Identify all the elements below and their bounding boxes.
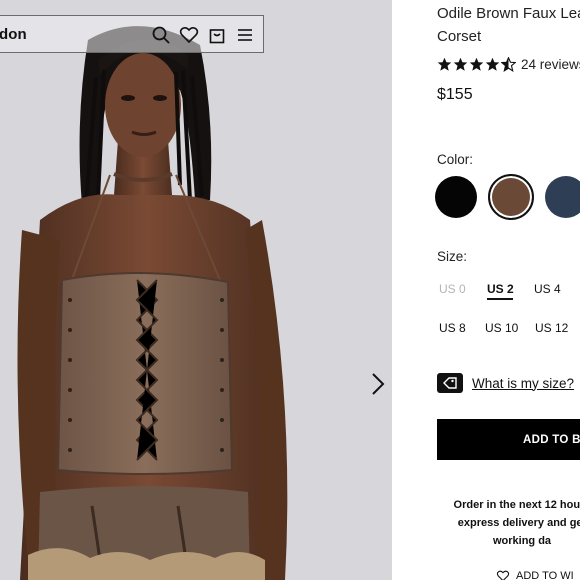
- size-guide-link[interactable]: What is my size?: [472, 376, 574, 391]
- delivery-message: Order in the next 12 hours express deliv…: [432, 496, 580, 550]
- color-swatch-denim[interactable]: [545, 176, 580, 218]
- size-option[interactable]: US 4: [534, 282, 561, 296]
- size-option[interactable]: US 10: [485, 321, 518, 335]
- tag-icon: [437, 373, 463, 393]
- selected-size-underline: [487, 298, 513, 300]
- color-label: Color:: [437, 152, 474, 167]
- star-half-icon: [501, 57, 516, 72]
- color-swatch-black[interactable]: [435, 176, 477, 218]
- star-icon: [469, 57, 484, 71]
- star-icon: [453, 57, 468, 71]
- brand-logo[interactable]: don: [0, 26, 27, 43]
- product-photo: [17, 26, 288, 580]
- size-label: Size:: [437, 249, 468, 264]
- product-title-line-2: Corset: [437, 28, 482, 45]
- product-title: Odile Brown Faux Lea Corset: [437, 2, 580, 48]
- product-rating[interactable]: 24 reviews: [437, 57, 580, 72]
- star-icon: [485, 57, 500, 71]
- reviews-count[interactable]: 24 reviews: [521, 57, 580, 72]
- size-option[interactable]: US 0: [439, 282, 466, 296]
- add-to-bag-button[interactable]: ADD TO BA: [437, 419, 580, 460]
- color-swatch-brown[interactable]: [488, 174, 534, 220]
- site-header: don: [0, 15, 264, 53]
- product-gallery: don: [0, 0, 392, 580]
- product-info-panel: Odile Brown Faux Lea Corset 24 reviews $…: [392, 0, 580, 580]
- wishlist-label: ADD TO WI: [516, 570, 574, 580]
- delivery-line-1: Order in the next 12 hours: [453, 499, 580, 511]
- star-icon: [437, 57, 452, 71]
- menu-icon[interactable]: [235, 25, 255, 45]
- rating-stars: [437, 57, 516, 72]
- heart-icon: [496, 570, 510, 580]
- add-to-wishlist[interactable]: ADD TO WI: [496, 570, 574, 580]
- size-option[interactable]: US 12: [535, 321, 568, 335]
- heart-icon[interactable]: [179, 25, 199, 45]
- search-icon[interactable]: [151, 25, 171, 45]
- size-option[interactable]: US 2: [487, 282, 514, 296]
- size-guide[interactable]: What is my size?: [437, 373, 574, 393]
- delivery-line-2: express delivery and get: [457, 517, 580, 529]
- chevron-right-icon[interactable]: [368, 371, 388, 397]
- bag-icon[interactable]: [207, 25, 227, 45]
- product-title-line-1: Odile Brown Faux Lea: [437, 5, 580, 22]
- product-price: $155: [437, 86, 473, 103]
- size-option[interactable]: US 8: [439, 321, 466, 335]
- delivery-line-3: working da: [492, 535, 552, 547]
